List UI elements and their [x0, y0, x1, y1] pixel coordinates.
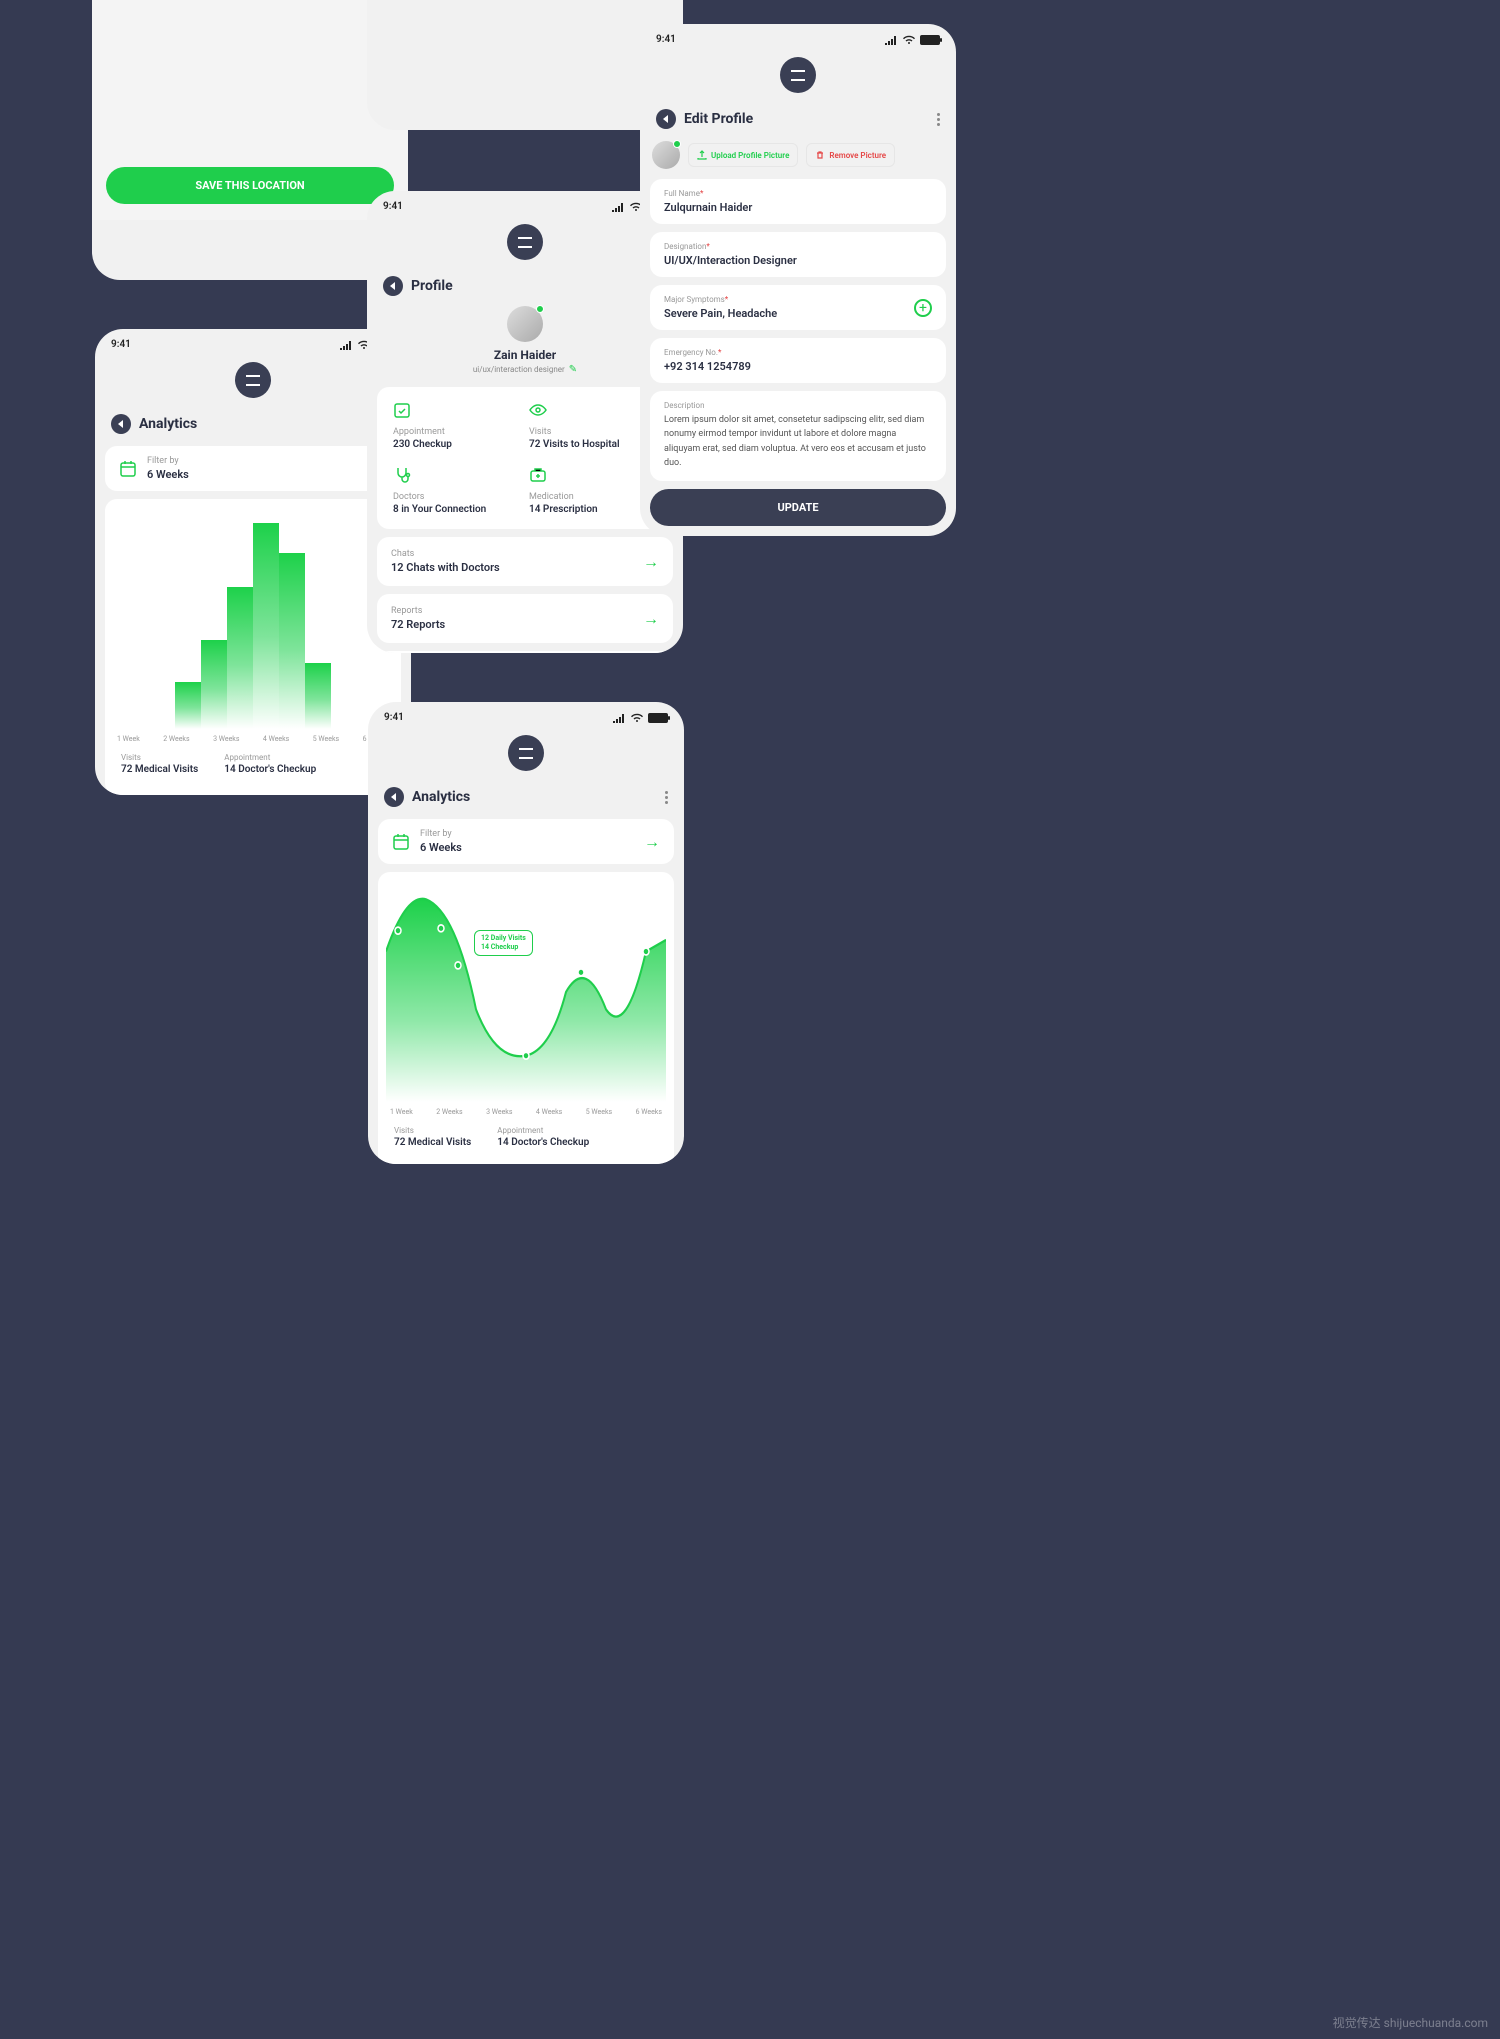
- line-chart-card: 12 Daily Visits 14 Checkup 1 Week 2 Week…: [378, 872, 674, 1164]
- fullname-field[interactable]: Full Name* Zulqurnain Haider: [650, 179, 946, 224]
- stat-appointment: Appointment 230 Checkup: [393, 401, 521, 450]
- menu-button[interactable]: [235, 362, 271, 398]
- status-time: 9:41: [384, 712, 404, 723]
- reports-link[interactable]: Reports 72 Reports →: [377, 594, 673, 643]
- calendar-icon: [119, 460, 137, 478]
- stethoscope-icon: [393, 466, 411, 484]
- filter-value: 6 Weeks: [420, 841, 462, 854]
- stats-card: Appointment 230 Checkup Visits 72 Visits…: [377, 387, 673, 529]
- signal-icon: [339, 340, 353, 350]
- online-dot-icon: [536, 305, 544, 313]
- map-area[interactable]: SAVE THIS LOCATION: [92, 0, 408, 220]
- stat-doctors: Doctors 8 in Your Connection: [393, 466, 521, 515]
- status-time: 9:41: [656, 34, 676, 45]
- briefcase-icon: [529, 466, 547, 484]
- signal-icon: [612, 713, 626, 723]
- arrow-right-icon: →: [643, 609, 659, 629]
- wifi-icon: [630, 713, 644, 723]
- upload-picture-button[interactable]: Upload Profile Picture: [688, 143, 798, 167]
- filter-value: 6 Weeks: [147, 468, 189, 481]
- more-menu-button[interactable]: [665, 791, 668, 804]
- page-title: Profile: [411, 278, 453, 294]
- save-location-button[interactable]: SAVE THIS LOCATION: [106, 167, 394, 204]
- chats-link[interactable]: Chats 12 Chats with Doctors →: [377, 537, 673, 586]
- watermark: 视觉传达 shijuechuanda.com: [1333, 2014, 1488, 2031]
- emergency-field[interactable]: Emergency No.* +92 314 1254789: [650, 338, 946, 383]
- analytics-link[interactable]: Analytics Check Your Daily Analytics →: [377, 651, 673, 653]
- avatar: [507, 306, 543, 342]
- line-chart: [386, 882, 666, 1102]
- back-button[interactable]: [384, 787, 404, 807]
- x-axis-labels: 1 Week 2 Weeks 3 Weeks 4 Weeks 5 Weeks 6…: [113, 729, 393, 743]
- status-time: 9:41: [111, 339, 131, 350]
- stat-medication: Medication 14 Prescription: [529, 466, 657, 515]
- back-button[interactable]: [383, 276, 403, 296]
- stat-appointment: Appointment 14 Doctor's Checkup: [224, 753, 316, 775]
- avatar: [652, 141, 680, 169]
- status-bar: 9:41: [95, 329, 411, 354]
- menu-button[interactable]: [508, 735, 544, 771]
- battery-icon: [648, 713, 668, 723]
- online-dot-icon: [673, 140, 681, 148]
- x-axis-labels: 1 Week 2 Weeks 3 Weeks 4 Weeks 5 Weeks 6…: [386, 1102, 666, 1116]
- filter-label: Filter by: [420, 829, 462, 839]
- calendar-icon: [392, 833, 410, 851]
- status-bar: 9:41: [367, 191, 683, 216]
- page-title: Analytics: [412, 789, 470, 805]
- filter-card[interactable]: Filter by 6 Weeks →: [378, 819, 674, 864]
- stat-visits: Visits 72 Medical Visits: [121, 753, 198, 775]
- back-button[interactable]: [656, 109, 676, 129]
- stat-visits: Visits 72 Medical Visits: [394, 1126, 471, 1148]
- bar-chart-card: 1 Week 2 Weeks 3 Weeks 4 Weeks 5 Weeks 6…: [105, 499, 401, 795]
- battery-icon: [920, 35, 940, 45]
- status-bar: 9:41: [640, 24, 956, 49]
- phone-edit-profile: 9:41 Edit Profile Upload Profile Picture…: [640, 24, 956, 536]
- status-bar: 9:41: [368, 702, 684, 727]
- signal-icon: [884, 35, 898, 45]
- eye-icon: [529, 401, 547, 419]
- upload-icon: [697, 150, 707, 160]
- edit-icon[interactable]: ✎: [569, 364, 577, 375]
- page-title: Analytics: [139, 416, 197, 432]
- status-time: 9:41: [383, 201, 403, 212]
- profile-name: Zain Haider: [494, 348, 556, 362]
- phone-map: SAVE THIS LOCATION: [92, 0, 408, 280]
- phone-analytics-bar: 9:41 Analytics Filter by 6 Weeks →: [95, 329, 411, 795]
- phone-profile: 9:41 Profile Zain Haider ui/ux/interacti…: [367, 191, 683, 653]
- update-button[interactable]: UPDATE: [650, 489, 946, 526]
- filter-card[interactable]: Filter by 6 Weeks →: [105, 446, 401, 491]
- signal-icon: [611, 202, 625, 212]
- menu-button[interactable]: [507, 224, 543, 260]
- menu-button[interactable]: [780, 57, 816, 93]
- stat-visits: Visits 72 Visits to Hospital: [529, 401, 657, 450]
- phone-analytics-line: 9:41 Analytics Filter by 6 Weeks →: [368, 702, 684, 1164]
- filter-label: Filter by: [147, 456, 189, 466]
- calendar-check-icon: [393, 401, 411, 419]
- trash-icon: [815, 150, 825, 160]
- profile-role: ui/ux/interaction designer ✎: [473, 364, 577, 375]
- wifi-icon: [902, 35, 916, 45]
- phone-note: Lorem ipsum dolor sit amet, consetetur s…: [367, 0, 683, 130]
- bar-chart: [113, 509, 393, 729]
- add-symptom-button[interactable]: +: [914, 299, 932, 317]
- description-field[interactable]: Description Lorem ipsum dolor sit amet, …: [650, 391, 946, 481]
- remove-picture-button[interactable]: Remove Picture: [806, 143, 895, 167]
- arrow-right-icon: →: [643, 552, 659, 572]
- designation-field[interactable]: Designation* UI/UX/Interaction Designer: [650, 232, 946, 277]
- page-title: Edit Profile: [684, 111, 753, 127]
- back-button[interactable]: [111, 414, 131, 434]
- stat-appointment: Appointment 14 Doctor's Checkup: [497, 1126, 589, 1148]
- more-menu-button[interactable]: [937, 113, 940, 126]
- symptoms-field[interactable]: Major Symptoms* Severe Pain, Headache +: [650, 285, 946, 330]
- arrow-right-icon: →: [644, 832, 660, 852]
- chart-tooltip: 12 Daily Visits 14 Checkup: [474, 930, 533, 956]
